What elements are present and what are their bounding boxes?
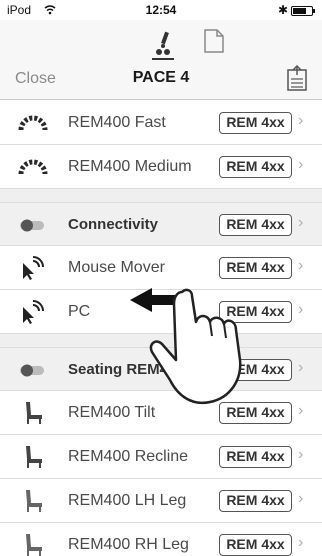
seat-icon xyxy=(18,444,48,470)
battery-icon xyxy=(291,6,315,16)
list-item-rem400-lh-leg[interactable]: REM400 LH Leg REM 4xx › xyxy=(0,479,322,523)
version-badge: REM 4xx xyxy=(219,156,292,178)
bluetooth-icon: ✱ xyxy=(278,3,289,17)
seat-icon xyxy=(18,532,48,556)
tab-document-icon[interactable] xyxy=(203,29,225,53)
version-badge: REM 4xx xyxy=(219,257,292,279)
status-bar: iPod 12:54 ✱ xyxy=(0,0,322,20)
version-badge: REM 4xx xyxy=(219,402,292,424)
version-badge: REM 4xx xyxy=(219,214,292,236)
list-item-mouse-mover[interactable]: Mouse Mover REM 4xx › xyxy=(0,246,322,290)
list-item-rem400-recline[interactable]: REM400 Recline REM 4xx › xyxy=(0,435,322,479)
list-item-rem400-tilt[interactable]: REM400 Tilt REM 4xx › xyxy=(0,391,322,435)
version-badge: REM 4xx xyxy=(219,112,292,134)
chevron-right-icon: › xyxy=(298,112,304,129)
list-item-rem400-medium[interactable]: REM400 Medium REM 4xx › xyxy=(0,145,322,189)
speed-gauge-icon xyxy=(18,110,48,136)
chevron-right-icon: › xyxy=(298,446,304,463)
section-separator xyxy=(0,189,322,203)
version-badge: REM 4xx xyxy=(219,359,292,381)
toggle-icon xyxy=(18,212,48,238)
tab-drive-profile-icon[interactable] xyxy=(150,30,176,60)
chevron-right-icon: › xyxy=(298,301,304,318)
list-item-label: REM400 Recline xyxy=(68,448,189,465)
chevron-right-icon: › xyxy=(298,214,304,231)
clock: 12:54 xyxy=(145,3,177,17)
version-badge: REM 4xx xyxy=(219,534,292,556)
list-item-rem400-rh-leg[interactable]: REM400 RH Leg REM 4xx › xyxy=(0,523,322,556)
version-badge: REM 4xx xyxy=(219,490,292,512)
notes-icon[interactable] xyxy=(287,64,307,91)
version-badge: REM 4xx xyxy=(219,301,292,323)
chevron-right-icon: › xyxy=(298,156,304,173)
list-item-label: REM400 RH Leg xyxy=(68,536,189,553)
mouse-wireless-icon xyxy=(18,255,48,281)
chevron-right-icon: › xyxy=(298,257,304,274)
page-title: PACE 4 xyxy=(132,69,190,86)
chevron-right-icon: › xyxy=(298,402,304,419)
section-separator xyxy=(0,334,322,348)
list-item-label: REM400 Tilt xyxy=(68,404,156,421)
navigation-bar: Close PACE 4 xyxy=(0,20,322,100)
section-header-seating[interactable]: Seating REM400 REM 4xx › xyxy=(0,348,322,391)
section-header-label: Connectivity xyxy=(68,216,159,233)
list-item-rem400-fast[interactable]: REM400 Fast REM 4xx › xyxy=(0,101,322,145)
toggle-icon xyxy=(18,357,48,383)
list-item-pc[interactable]: PC REM 4xx › xyxy=(0,290,322,334)
list-item-label: REM400 Fast xyxy=(68,114,166,131)
list-item-label: REM400 Medium xyxy=(68,158,192,175)
list-item-label: Mouse Mover xyxy=(68,259,165,276)
chevron-right-icon: › xyxy=(298,359,304,376)
speed-gauge-icon xyxy=(18,154,48,180)
list-item-label: REM400 LH Leg xyxy=(68,492,187,509)
section-header-label: Seating REM400 xyxy=(68,361,185,378)
profile-list: REM400 Fast REM 4xx › REM400 Medium REM … xyxy=(0,101,322,556)
seat-icon xyxy=(18,400,48,426)
section-header-connectivity[interactable]: Connectivity REM 4xx › xyxy=(0,203,322,246)
mouse-wireless-icon xyxy=(18,299,48,325)
seat-icon xyxy=(18,488,48,514)
version-badge: REM 4xx xyxy=(219,446,292,468)
list-item-label: PC xyxy=(68,303,91,320)
chevron-right-icon: › xyxy=(298,534,304,551)
chevron-right-icon: › xyxy=(298,490,304,507)
